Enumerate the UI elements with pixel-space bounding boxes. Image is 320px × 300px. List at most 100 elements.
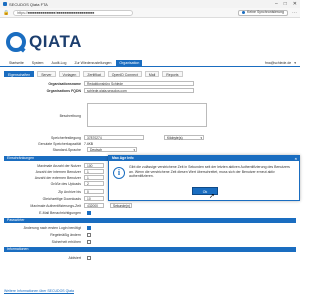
qiata-logo: QIATA — [6, 32, 82, 52]
row-internal-users: Anzahl der internen Benutzer 1 — [4, 169, 104, 174]
pw-rules-checkbox[interactable] — [87, 232, 91, 237]
max-users-input[interactable]: 100 — [84, 163, 104, 168]
tab-zertifikat[interactable]: Zertifikat — [83, 70, 105, 77]
row-downloads: Gleichzeitige Downloads 10 — [4, 196, 104, 201]
fqdn-label: Organisations FQDN — [46, 88, 81, 93]
maximize-icon[interactable]: □ — [284, 1, 287, 7]
main-menu: Startseite System Audit-Log Zur Wiederzu… — [0, 60, 300, 67]
dialog-body: i Gibt die zulässige verstrichene Zeit i… — [109, 161, 299, 179]
used-storage-value: 7.4KB — [84, 141, 93, 146]
mouse-cursor-icon: ➚ — [209, 193, 215, 200]
internal-users-input[interactable]: 1 — [84, 169, 104, 174]
sync-label: Keine Synchronisierung — [247, 10, 284, 14]
max-auth-unit-select[interactable]: Sekunde(n) — [110, 203, 132, 208]
window-title: SECUDOS Qiata FTA — [9, 1, 48, 7]
downloads-input[interactable]: 10 — [84, 196, 104, 201]
more-menu-icon[interactable]: ⋯ — [292, 10, 297, 16]
active-checkbox[interactable] — [87, 255, 91, 260]
logo-q-icon — [6, 32, 26, 52]
row-language: Standard-Sprache — [4, 147, 84, 152]
pw-rules-label: Regelmäßig ändern — [50, 232, 81, 237]
pw-secure-checkbox[interactable] — [87, 239, 91, 244]
dialog-message: Gibt die zulässige verstrichene Zeit in … — [129, 165, 290, 178]
tab-vorlagen[interactable]: Vorlagen — [58, 70, 81, 77]
row-active: Aktiviert — [4, 255, 91, 260]
menu-item-audit-log[interactable]: Audit-Log — [48, 60, 69, 66]
max-upload-input[interactable]: 2 — [84, 181, 104, 186]
zip-archive-label: Zip Archive bis — [58, 189, 81, 194]
row-storage: Speicherfestlegung 37870274 — [4, 135, 144, 140]
email-notify-label: E-Mail Benachrichtigungen — [39, 210, 81, 215]
chevron-down-icon: ▾ — [200, 136, 202, 140]
logo-text: QIATA — [29, 32, 82, 51]
pw-change-label: Änderung nach ersten Login benötigt — [23, 225, 81, 230]
app-header: QIATA — [0, 18, 300, 60]
max-auth-label: Maximale Authentifizierungs-Zeit — [30, 203, 81, 208]
pw-secure-label: Sicherheit erhöhen — [51, 239, 81, 244]
used-storage-label: Genutzte Speicherkapazität — [38, 141, 81, 146]
close-icon[interactable]: ✕ — [293, 1, 297, 7]
section-informationen: Informationen — [4, 247, 296, 252]
user-menu-icon[interactable]: ▾ — [294, 61, 296, 65]
chevron-down-icon: ▾ — [133, 148, 135, 152]
max-auth-unit-value: Sekunde(n) — [113, 204, 131, 208]
fqdn-input[interactable]: schlede.qiata.secudos.com — [84, 88, 194, 93]
user-info: fma@schlede.de ▾ — [265, 61, 296, 65]
row-description: Beschreibung — [4, 113, 84, 118]
user-email[interactable]: fma@schlede.de — [265, 61, 291, 65]
window-controls: – □ ✕ — [275, 1, 297, 7]
tab-mail[interactable]: Mail — [144, 70, 160, 77]
tab-favicon-icon — [3, 2, 7, 6]
row-max-users: Maximale Anzahl der Nutzer 100 — [4, 163, 104, 168]
org-name-input[interactable]: Redaktionsbüro Schlede — [84, 81, 194, 86]
storage-unit-select[interactable]: Kilobyte(s) ▾ — [164, 135, 204, 140]
description-label: Beschreibung — [59, 113, 81, 118]
org-name-label: Organisationsname — [48, 81, 81, 86]
minimize-icon[interactable]: – — [275, 1, 278, 7]
active-label: Aktiviert — [68, 255, 81, 260]
storage-label: Speicherfestlegung — [51, 135, 81, 140]
max-auth-input[interactable]: 432000 — [84, 203, 104, 208]
row-zip-archive: Zip Archive bis 0 — [4, 189, 104, 194]
language-label: Standard-Sprache — [52, 147, 81, 152]
downloads-label: Gleichzeitige Downloads — [42, 196, 81, 201]
max-age-info-dialog: Max Age Info × i Gibt die zulässige vers… — [108, 155, 300, 201]
tab-server[interactable]: Server — [37, 70, 56, 77]
row-email-notify: E-Mail Benachrichtigungen — [4, 210, 91, 215]
profile-icon — [242, 11, 246, 14]
info-icon: i — [113, 167, 125, 179]
pw-change-checkbox[interactable] — [87, 225, 91, 230]
row-pw-change: Änderung nach ersten Login benötigt — [4, 225, 91, 230]
row-external-users: Anzahl der externen Benutzer 1 — [4, 175, 104, 180]
row-fqdn: Organisations FQDN schlede.qiata.secudos… — [4, 88, 194, 93]
row-used-storage: Genutzte Speicherkapazität 7.4KB — [4, 141, 93, 146]
external-users-label: Anzahl der externen Benutzer — [34, 175, 81, 180]
external-users-input[interactable]: 1 — [84, 175, 104, 180]
max-users-label: Maximale Anzahl der Nutzer — [37, 163, 81, 168]
tab-reports[interactable]: Reports — [162, 70, 183, 77]
address-bar: 🔒 https://■■■■■■■■■■■■■/■■■■■■■■■■■■■■■■… — [0, 8, 300, 18]
tab-eigenschaften[interactable]: Eigenschaften — [4, 70, 35, 77]
language-select[interactable]: Deutsch ▾ — [87, 147, 137, 152]
tab-openid-connect[interactable]: OpenID Connect — [107, 70, 142, 77]
section-passwoerter: Passwörter — [4, 218, 296, 223]
url-field[interactable]: https://■■■■■■■■■■■■■/■■■■■■■■■■■■■■■■■■ — [13, 9, 134, 16]
dialog-close-icon[interactable]: × — [295, 156, 297, 161]
row-max-upload: Größe des Uploads 2 — [4, 181, 104, 186]
window-titlebar: SECUDOS Qiata FTA – □ ✕ — [0, 0, 300, 8]
description-textarea[interactable] — [87, 103, 207, 127]
menu-item-startseite[interactable]: Startseite — [6, 60, 27, 66]
sync-button[interactable]: Keine Synchronisierung — [238, 9, 288, 16]
menu-item-organisation[interactable]: Organisation — [116, 60, 143, 66]
zip-archive-input[interactable]: 0 — [84, 189, 104, 194]
menu-item-system[interactable]: System — [29, 60, 47, 66]
lock-icon: 🔒 — [3, 9, 10, 16]
internal-users-label: Anzahl der internen Benutzer — [35, 169, 81, 174]
storage-unit-value: Kilobyte(s) — [167, 136, 183, 140]
more-info-link[interactable]: Weitere Informationen über SECUDOS Qiata — [4, 289, 74, 293]
row-pw-rules: Regelmäßig ändern — [4, 232, 91, 237]
email-notify-checkbox[interactable] — [87, 210, 91, 215]
menu-item-wiederzustellungen[interactable]: Zur Wiederzustellungen — [71, 60, 114, 66]
storage-input[interactable]: 37870274 — [84, 135, 144, 140]
row-org-name: Organisationsname Redaktionsbüro Schlede — [4, 81, 194, 86]
